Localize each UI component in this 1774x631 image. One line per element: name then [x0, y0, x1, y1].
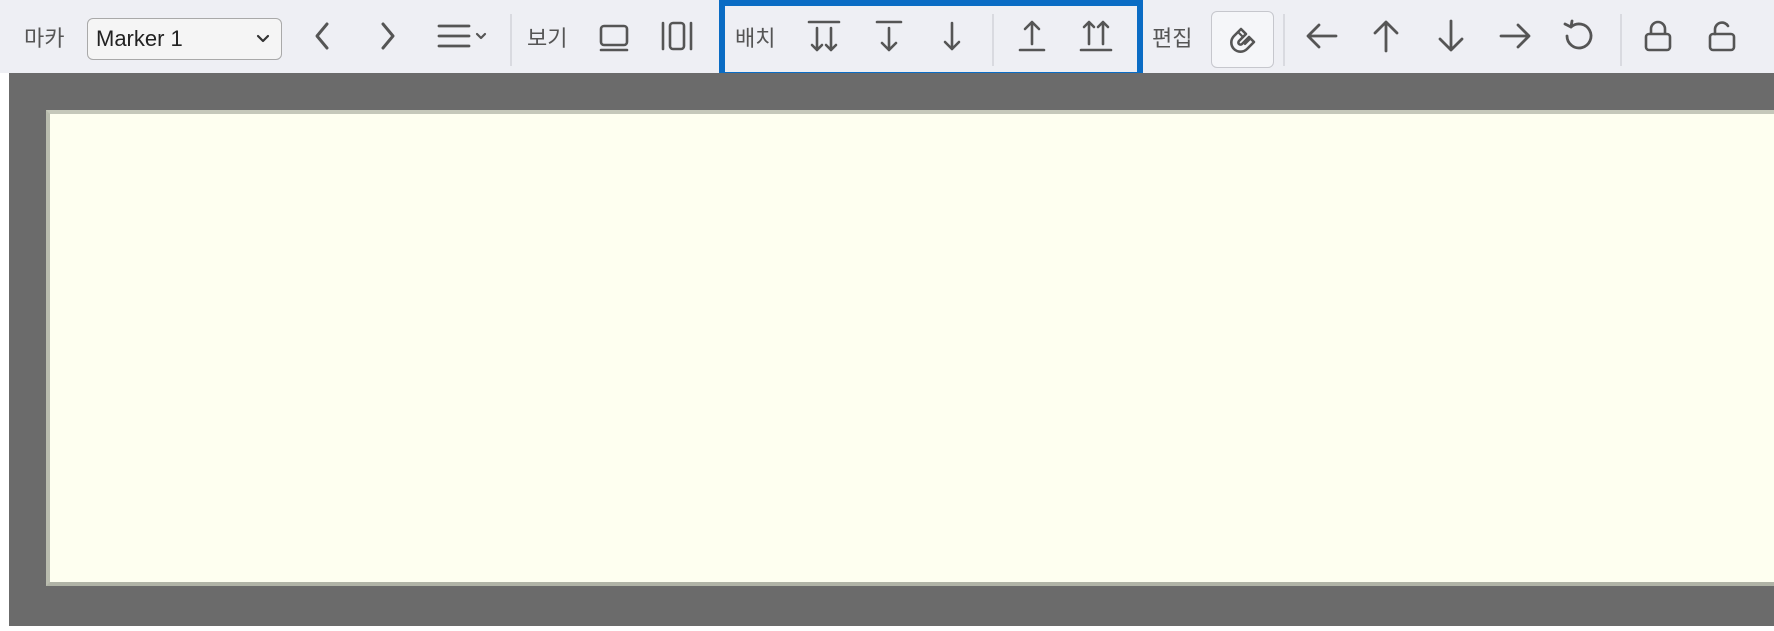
separator [510, 14, 512, 66]
arrow-left-icon [1306, 23, 1338, 49]
move-up-arrow-button[interactable] [1361, 14, 1411, 58]
previous-button[interactable] [298, 14, 348, 58]
unlock-button[interactable] [1697, 14, 1747, 58]
move-to-top-icon [1079, 20, 1113, 52]
unlock-icon [1708, 21, 1736, 52]
marker-select[interactable]: Marker 1 [87, 18, 282, 60]
view-label: 보기 [527, 26, 568, 52]
chevron-right-icon [381, 22, 395, 50]
chevron-left-icon [315, 22, 329, 50]
marker-select-value: Marker 1 [96, 26, 183, 51]
menu-icon [437, 24, 487, 48]
arrow-right-icon [1499, 23, 1531, 49]
move-down-arrow-button[interactable] [1426, 14, 1476, 58]
move-right-button[interactable] [1490, 14, 1540, 58]
move-down-small-icon [943, 21, 961, 51]
menu-button[interactable] [433, 14, 493, 58]
move-down-button[interactable] [864, 14, 914, 58]
move-to-top-button[interactable] [1071, 14, 1121, 58]
move-up-button[interactable] [1007, 14, 1057, 58]
canvas-frame [9, 73, 1774, 626]
view-single-icon [599, 24, 629, 52]
separator [992, 14, 994, 66]
canvas-area [0, 73, 1774, 631]
lock-button[interactable] [1633, 14, 1683, 58]
marker-label: 마카 [24, 26, 65, 52]
toolbar: 마카 Marker 1 보기 배치 편집 [0, 0, 1774, 78]
arrange-label: 배치 [735, 26, 776, 52]
move-to-bottom-button[interactable] [799, 14, 849, 58]
magnet-icon [1229, 27, 1255, 53]
move-down-small-button[interactable] [927, 14, 977, 58]
separator [1283, 14, 1285, 66]
view-single-button[interactable] [589, 14, 639, 58]
chevron-down-icon [256, 34, 270, 43]
next-button[interactable] [362, 14, 412, 58]
move-up-icon [1018, 20, 1046, 52]
rotate-button[interactable] [1554, 14, 1604, 58]
rotate-icon [1563, 19, 1593, 50]
separator [1620, 14, 1622, 66]
snap-magnet-button[interactable] [1211, 11, 1274, 68]
arrow-down-icon [1438, 19, 1464, 52]
move-left-button[interactable] [1297, 14, 1347, 58]
view-double-button[interactable] [652, 14, 702, 58]
canvas-page[interactable] [46, 110, 1774, 586]
move-down-icon [875, 20, 903, 52]
edit-label: 편집 [1152, 26, 1193, 52]
view-double-icon [661, 21, 693, 51]
arrow-up-icon [1373, 20, 1399, 53]
move-to-bottom-icon [807, 20, 841, 52]
lock-icon [1644, 20, 1672, 52]
